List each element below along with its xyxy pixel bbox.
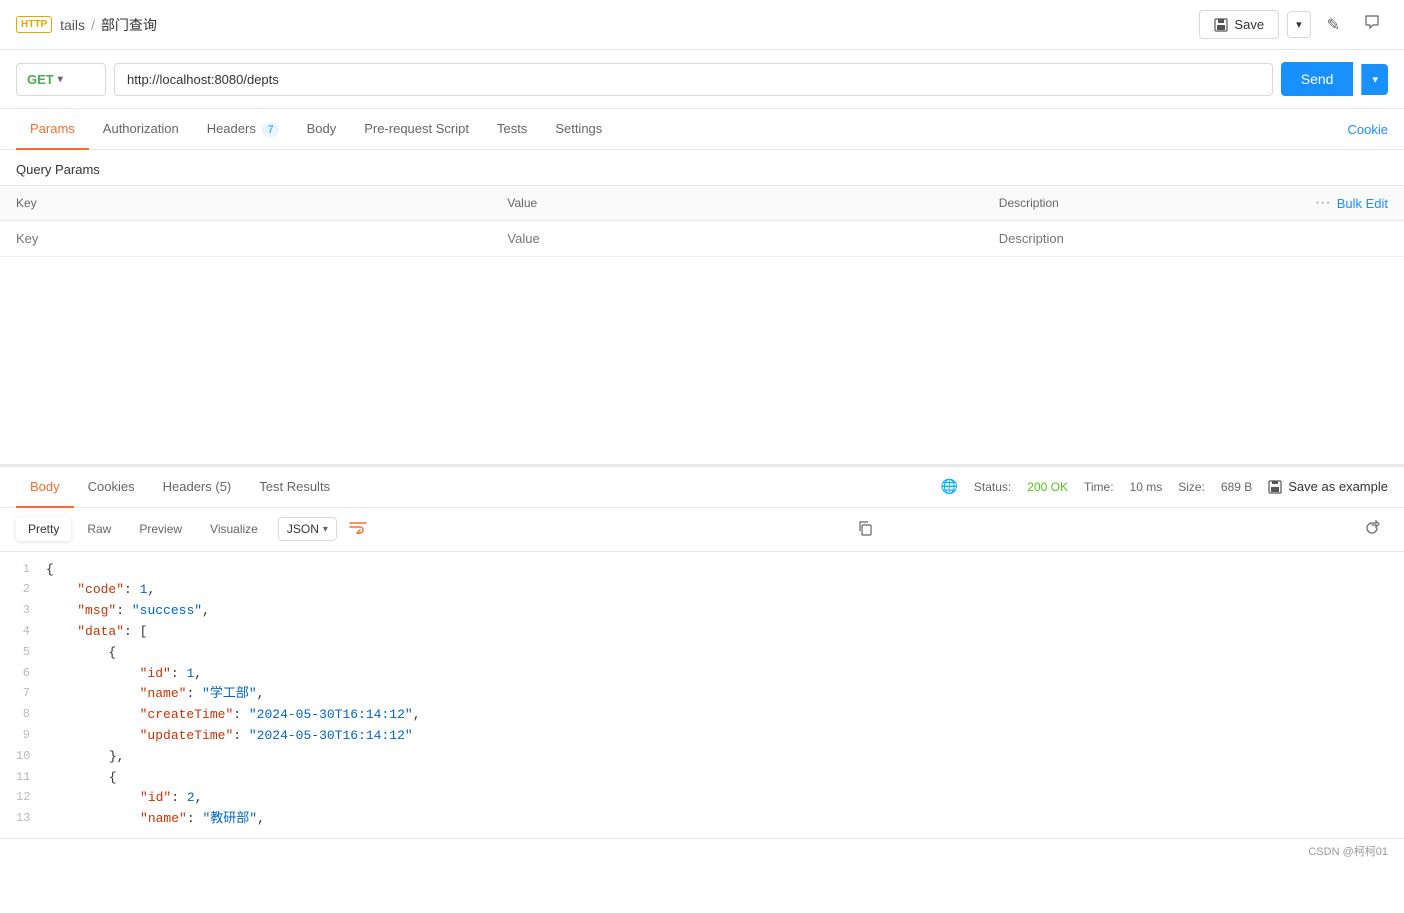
format-chevron-icon: ▾ [323,524,328,535]
method-chevron-icon: ▾ [58,74,63,85]
response-tab-cookies[interactable]: Cookies [74,467,149,508]
json-line-8: 8 "createTime": "2024-05-30T16:14:12", [16,705,1388,726]
comment-icon-button[interactable] [1356,10,1388,39]
response-status: 🌐 Status: 200 OK Time: 10 ms Size: 689 B… [940,478,1388,495]
value-input[interactable] [507,231,966,246]
save-label: Save [1234,17,1264,32]
time-value: 10 ms [1130,480,1163,494]
status-label: Status: [974,480,1011,494]
save-example-icon [1268,480,1282,494]
bulk-edit-button[interactable]: Bulk Edit [1337,196,1388,211]
size-value: 689 B [1221,480,1252,494]
json-line-11: 11 { [16,768,1388,789]
json-line-5: 5 { [16,643,1388,664]
breadcrumb-current: 部门查询 [101,15,157,35]
col-description-label: Description [999,196,1059,210]
format-tab-pretty[interactable]: Pretty [16,517,71,541]
more-options-button[interactable]: ··· [1315,194,1331,212]
status-value: 200 OK [1027,480,1068,494]
params-table: Key Value Description ··· Bulk Edit [0,185,1404,257]
json-line-6: 6 "id": 1, [16,664,1388,685]
method-label: GET [27,72,54,87]
tab-body[interactable]: Body [293,109,351,150]
response-tab-headers[interactable]: Headers (5) [149,467,246,508]
top-actions: Save ▾ ✎ [1199,10,1388,39]
key-cell [0,221,491,257]
description-input[interactable] [999,231,1388,246]
cookie-link[interactable]: Cookie [1348,122,1388,137]
time-label: Time: [1084,480,1114,494]
edit-icon-button[interactable]: ✎ [1319,11,1348,39]
http-badge: HTTP [16,16,52,33]
tab-settings[interactable]: Settings [541,109,616,150]
col-description: Description ··· Bulk Edit [983,186,1404,221]
save-example-label: Save as example [1288,479,1388,494]
format-tab-visualize[interactable]: Visualize [198,517,270,541]
watermark: CSDN @柯柯01 [1308,843,1388,859]
col-key: Key [0,186,491,221]
wrap-icon [349,520,367,534]
comment-icon [1364,14,1380,30]
top-bar: HTTP tails / 部门查询 Save ▾ ✎ [0,0,1404,50]
headers-badge: 7 [262,123,278,137]
json-viewer: 1 { 2 "code": 1, 3 "msg": "success", 4 "… [0,552,1404,838]
json-line-4: 4 "data": [ [16,622,1388,643]
response-tab-body[interactable]: Body [16,467,74,508]
breadcrumb: tails / 部门查询 [60,15,1199,35]
refresh-icon [1364,520,1380,536]
send-button[interactable]: Send [1281,62,1354,96]
response-tab-test-results[interactable]: Test Results [245,467,344,508]
url-input[interactable] [114,63,1273,96]
response-section: Body Cookies Headers (5) Test Results 🌐 … [0,464,1404,838]
url-bar: GET ▾ Send ▾ [0,50,1404,109]
method-select[interactable]: GET ▾ [16,63,106,96]
json-line-2: 2 "code": 1, [16,580,1388,601]
col-value: Value [491,186,982,221]
response-tabs: Body Cookies Headers (5) Test Results 🌐 … [0,467,1404,508]
json-line-12: 12 "id": 2, [16,788,1388,809]
spacer [0,257,1404,464]
format-label: JSON [287,522,319,536]
json-line-10: 10 }, [16,747,1388,768]
format-tab-raw[interactable]: Raw [75,517,123,541]
tab-authorization[interactable]: Authorization [89,109,193,150]
send-dropdown-button[interactable]: ▾ [1361,64,1388,95]
json-line-3: 3 "msg": "success", [16,601,1388,622]
save-dropdown-button[interactable]: ▾ [1287,11,1311,38]
json-line-9: 9 "updateTime": "2024-05-30T16:14:12" [16,726,1388,747]
json-line-7: 7 "name": "学工部", [16,684,1388,705]
copy-icon [857,520,873,536]
json-line-13: 13 "name": "教研部", [16,809,1388,830]
tab-params[interactable]: Params [16,109,89,150]
key-input[interactable] [16,231,475,246]
table-row [0,221,1404,257]
tab-pre-request[interactable]: Pre-request Script [350,109,483,150]
breadcrumb-separator: / [91,17,95,33]
format-bar: Pretty Raw Preview Visualize JSON ▾ [0,508,1404,552]
format-select[interactable]: JSON ▾ [278,517,337,541]
tab-tests[interactable]: Tests [483,109,541,150]
save-button[interactable]: Save [1199,10,1279,39]
size-label: Size: [1178,480,1205,494]
wrap-button[interactable] [341,516,375,543]
copy-button[interactable] [849,516,881,543]
save-icon [1214,18,1228,32]
breadcrumb-parent: tails [60,17,85,33]
bottom-bar: CSDN @柯柯01 [0,838,1404,863]
value-cell [491,221,982,257]
request-section: Query Params Key Value Description ··· B… [0,150,1404,257]
tab-headers[interactable]: Headers 7 [193,109,293,150]
query-params-header: Query Params [0,150,1404,185]
json-line-1: 1 { [16,560,1388,581]
save-example-button[interactable]: Save as example [1268,479,1388,494]
request-tabs: Params Authorization Headers 7 Body Pre-… [0,109,1404,150]
format-tab-preview[interactable]: Preview [127,517,194,541]
globe-icon: 🌐 [940,478,957,495]
description-cell [983,221,1404,257]
refresh-button[interactable] [1356,516,1388,543]
